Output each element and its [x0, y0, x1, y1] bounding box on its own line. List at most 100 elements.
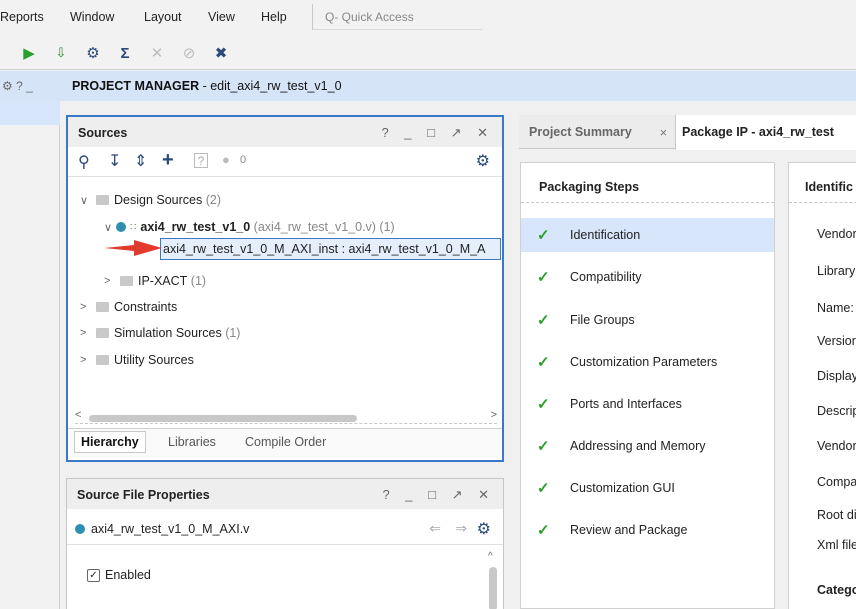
enabled-checkbox-row[interactable]: ✓ Enabled: [87, 568, 151, 582]
sources-window-controls[interactable]: ? _ □ ↗ ✕: [381, 125, 494, 141]
menu-help[interactable]: Help: [261, 10, 287, 24]
tree-design-sources[interactable]: ∨ Design Sources (2): [80, 189, 221, 211]
enabled-checkbox[interactable]: ✓: [87, 568, 100, 582]
tree-top-module[interactable]: ∨ ∷ axi4_rw_test_v1_0 (axi4_rw_test_v1_0.…: [104, 216, 395, 238]
ipxact-label: IP-XACT: [138, 274, 188, 288]
add-source-icon[interactable]: +: [162, 149, 174, 172]
close-icon[interactable]: ×: [660, 126, 667, 140]
tab-project-summary[interactable]: Project Summary ×: [519, 115, 673, 149]
cross-tool-icon[interactable]: ✖: [212, 44, 230, 62]
identification-panel: Identific Vendor Library: Name: Versior …: [788, 162, 856, 609]
run-icon[interactable]: ▶: [20, 44, 38, 62]
tree-utility-sources[interactable]: > Utility Sources: [80, 349, 194, 371]
collapse-all-icon[interactable]: ↧: [108, 151, 121, 171]
menu-reports[interactable]: Reports: [0, 10, 44, 24]
scroll-right-icon[interactable]: >: [491, 409, 497, 421]
step-customization-gui[interactable]: ✓ Customization GUI: [521, 471, 774, 505]
disabled-tool2-icon[interactable]: ⊘: [180, 44, 198, 62]
step-label: Identification: [570, 228, 641, 242]
step-label: File Groups: [570, 313, 635, 327]
tab-hierarchy[interactable]: Hierarchy: [74, 431, 146, 453]
step-ports-interfaces[interactable]: ✓ Ports and Interfaces: [521, 387, 774, 421]
settings-gear-icon[interactable]: ⚙: [476, 151, 490, 171]
ident-vendor: Vendor: [817, 227, 856, 241]
scroll-thumb[interactable]: [489, 567, 497, 609]
step-label: Compatibility: [570, 270, 642, 284]
tree-constraints[interactable]: > Constraints: [80, 296, 177, 318]
sources-toolbar: ⚲ ↧ ⇕ + ? ● 0 ⚙: [68, 147, 502, 177]
simulation-sources-label: Simulation Sources: [114, 326, 222, 340]
ident-company-url: Compa: [817, 475, 856, 489]
sigma-icon[interactable]: Σ: [116, 44, 134, 62]
step-file-groups[interactable]: ✓ File Groups: [521, 303, 774, 337]
quick-access-input[interactable]: Q- Quick Access: [312, 4, 482, 30]
design-sources-label: Design Sources: [114, 193, 203, 207]
tree-instance[interactable]: axi4_rw_test_v1_0_M_AXI_inst : axi4_rw_t…: [163, 238, 499, 260]
scroll-up-icon[interactable]: ^: [488, 551, 493, 562]
main-toolbar: ▶ ⇩ ⚙ Σ ✕ ⊘ ✖: [0, 36, 856, 70]
back-arrow-icon[interactable]: ⇐: [429, 520, 441, 537]
step-identification[interactable]: ✓ Identification: [521, 218, 774, 252]
properties-window-controls[interactable]: ? _ □ ↗ ✕: [382, 487, 495, 503]
check-icon: ✓: [537, 354, 550, 371]
unknown-icon[interactable]: ?: [194, 153, 208, 168]
check-icon: ✓: [537, 480, 550, 497]
expand-all-icon[interactable]: ⇕: [134, 151, 147, 171]
scroll-left-icon[interactable]: <: [75, 409, 81, 421]
menu-view[interactable]: View: [208, 10, 235, 24]
folder-icon: [96, 328, 109, 338]
ident-xml-file: Xml file: [817, 538, 856, 552]
step-review-package[interactable]: ✓ Review and Package: [521, 513, 774, 547]
step-customization-parameters[interactable]: ✓ Customization Parameters: [521, 345, 774, 379]
tree-ipxact[interactable]: > IP-XACT (1): [104, 270, 206, 292]
flow-navigator-strip: ⚙ ? _: [0, 71, 60, 609]
ident-root-dir: Root di: [817, 508, 856, 522]
enabled-label: Enabled: [105, 568, 151, 582]
chevron-right-icon[interactable]: >: [104, 275, 116, 287]
chevron-right-icon[interactable]: >: [80, 327, 92, 339]
chevron-down-icon[interactable]: ∨: [80, 194, 92, 207]
tree-simulation-sources[interactable]: > Simulation Sources (1): [80, 322, 240, 344]
top-module-file: (axi4_rw_test_v1_0.v) (1): [253, 220, 395, 234]
ident-display-name: Display: [817, 369, 856, 383]
step-label: Customization GUI: [570, 481, 675, 495]
search-icon[interactable]: ⚲: [78, 152, 90, 172]
editor-tabs: Project Summary × Package IP - axi4_rw_t…: [519, 115, 856, 150]
scroll-thumb[interactable]: [89, 415, 357, 422]
properties-scrollbar[interactable]: ^: [487, 551, 499, 609]
download-icon[interactable]: ⇩: [52, 44, 70, 62]
sources-tabs: Hierarchy Libraries Compile Order: [68, 428, 502, 458]
folder-icon: [96, 195, 109, 205]
forward-arrow-icon[interactable]: ⇒: [455, 520, 467, 537]
properties-gear-icon[interactable]: ⚙: [477, 519, 491, 539]
simulation-sources-count: (1): [225, 326, 241, 340]
source-file-properties-panel: Source File Properties ? _ □ ↗ ✕ axi4_rw…: [66, 478, 504, 609]
gear-icon[interactable]: ⚙: [84, 44, 102, 62]
flow-navigator-header: ⚙ ? _: [0, 71, 60, 101]
check-icon: ✓: [537, 438, 550, 455]
ident-version: Versior: [817, 334, 856, 348]
design-sources-count: (2): [205, 193, 222, 207]
chevron-right-icon[interactable]: >: [80, 301, 92, 313]
step-addressing-memory[interactable]: ✓ Addressing and Memory: [521, 429, 774, 463]
menu-layout[interactable]: Layout: [144, 10, 182, 24]
horizontal-scrollbar[interactable]: < >: [75, 409, 497, 424]
step-compatibility[interactable]: ✓ Compatibility: [521, 260, 774, 294]
flow-navigator-selected[interactable]: [0, 101, 60, 125]
folder-icon: [120, 276, 133, 286]
chevron-right-icon[interactable]: >: [80, 354, 92, 366]
folder-icon: [96, 302, 109, 312]
tab-package-ip[interactable]: Package IP - axi4_rw_test: [675, 115, 856, 150]
disabled-tool-icon[interactable]: ✕: [148, 44, 166, 62]
hierarchy-icon: ∷: [130, 221, 137, 233]
ident-library: Library:: [817, 264, 856, 278]
chevron-down-icon[interactable]: ∨: [104, 221, 116, 234]
red-arrow-annotation: [104, 240, 162, 256]
step-label: Addressing and Memory: [570, 439, 706, 453]
error-count: 0: [240, 154, 247, 166]
tab-libraries[interactable]: Libraries: [168, 435, 216, 449]
menu-window[interactable]: Window: [70, 10, 114, 24]
identification-title: Identific: [789, 163, 856, 203]
step-label: Review and Package: [570, 523, 688, 537]
tab-compile-order[interactable]: Compile Order: [245, 435, 326, 449]
